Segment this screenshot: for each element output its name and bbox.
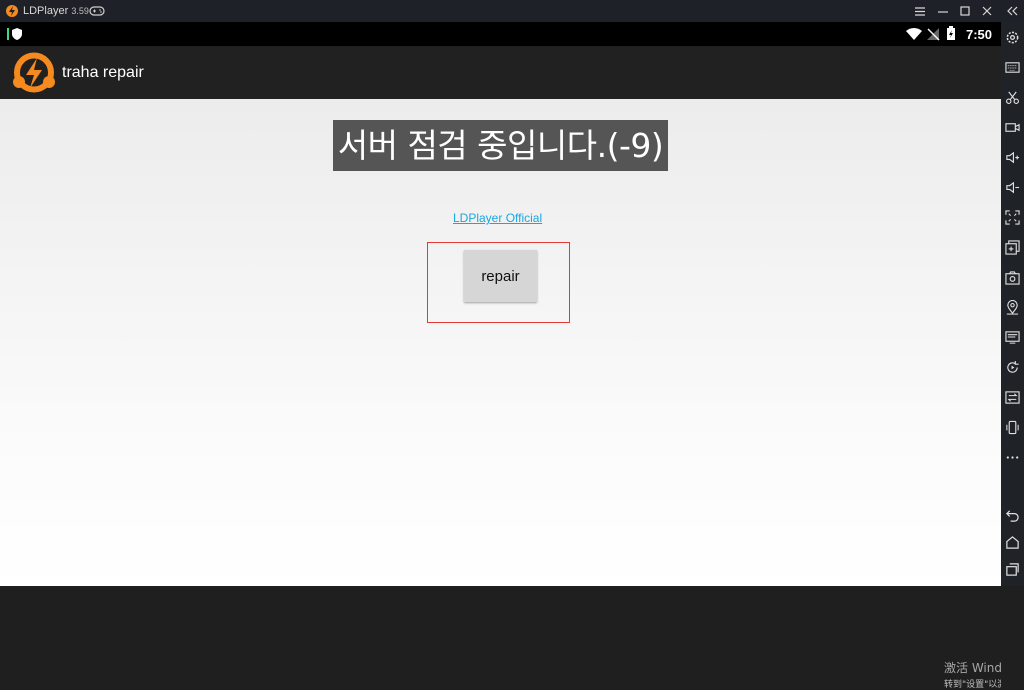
wifi-icon xyxy=(906,28,922,40)
volume-up-icon xyxy=(1006,151,1020,164)
add-apk-button[interactable] xyxy=(1004,239,1021,256)
location-button[interactable] xyxy=(1004,299,1021,316)
screenshot-button[interactable] xyxy=(1004,269,1021,286)
volume-down-button[interactable] xyxy=(1004,179,1021,196)
scissors-button[interactable] xyxy=(1004,89,1021,106)
close-button[interactable] xyxy=(978,2,996,20)
recent-apps-button[interactable] xyxy=(1004,561,1021,578)
app-title: traha repair xyxy=(62,64,144,81)
screenshot-icon xyxy=(1005,271,1020,285)
add-apk-icon xyxy=(1005,240,1020,255)
fullscreen-icon xyxy=(1005,210,1020,225)
clock: 7:50 xyxy=(966,27,993,42)
window-title-bar: LDPlayer 3.59 xyxy=(0,0,1024,22)
back-button[interactable] xyxy=(1004,507,1021,524)
app-name: LDPlayer xyxy=(23,5,69,17)
volume-up-button[interactable] xyxy=(1004,149,1021,166)
close-icon xyxy=(982,6,992,16)
maximize-icon xyxy=(960,6,970,16)
home-button[interactable] xyxy=(1004,534,1021,551)
app-bar: traha repair xyxy=(0,46,1001,99)
android-status-bar: 7:50 xyxy=(0,22,1001,46)
ldplayer-official-link[interactable]: LDPlayer Official xyxy=(453,211,542,225)
settings-button[interactable] xyxy=(1004,29,1021,46)
app-content: 서버 점검 중입니다.(-9) LDPlayer Official repair… xyxy=(0,99,1001,690)
hamburger-icon xyxy=(915,6,925,16)
window-title: LDPlayer 3.59 xyxy=(23,5,89,17)
shake-phone-icon xyxy=(1006,420,1019,435)
back-icon xyxy=(1006,510,1019,522)
minimize-icon xyxy=(938,10,948,13)
shield-icon xyxy=(7,28,22,40)
emulator-toolbar xyxy=(1001,22,1024,586)
battery-charging-icon xyxy=(947,26,955,40)
replay-icon xyxy=(1007,360,1019,373)
minimize-button[interactable] xyxy=(934,2,952,20)
record-button[interactable] xyxy=(1004,119,1021,136)
no-signal-icon xyxy=(927,28,940,41)
gamepad-icon[interactable] xyxy=(89,5,105,17)
keyboard-button[interactable] xyxy=(1004,59,1021,76)
app-logo-icon xyxy=(13,52,55,93)
location-icon xyxy=(1006,300,1019,315)
app-version: 3.59 xyxy=(71,6,89,16)
keyboard-icon xyxy=(1005,62,1020,73)
maximize-button[interactable] xyxy=(956,2,974,20)
home-icon xyxy=(1006,536,1019,549)
shake-button[interactable] xyxy=(1004,419,1021,436)
shared-folder-button[interactable] xyxy=(1004,329,1021,346)
monitor-icon xyxy=(1005,331,1020,344)
operation-record-button[interactable] xyxy=(1004,359,1021,376)
activation-watermark: 激活 Windows xyxy=(944,661,1001,675)
more-button[interactable] xyxy=(1004,449,1021,466)
scissors-icon xyxy=(1006,91,1019,104)
sync-button[interactable] xyxy=(1004,389,1021,406)
fullscreen-button[interactable] xyxy=(1004,209,1021,226)
settings-icon xyxy=(1006,31,1019,44)
double-chevron-left-icon xyxy=(1007,6,1018,16)
sync-icon xyxy=(1005,391,1020,404)
maintenance-notice: 서버 점검 중입니다.(-9) xyxy=(333,120,668,171)
video-record-icon xyxy=(1005,123,1020,132)
repair-button[interactable]: repair xyxy=(464,250,537,302)
menu-button[interactable] xyxy=(911,2,929,20)
recent-apps-icon xyxy=(1006,563,1019,576)
ldplayer-logo-icon xyxy=(6,5,18,17)
activation-watermark-sub: 转到"设置"以激活Windows xyxy=(944,680,1001,690)
collapse-sidebar-button[interactable] xyxy=(1003,2,1021,20)
volume-down-icon xyxy=(1006,181,1020,194)
more-icon xyxy=(1006,456,1019,459)
